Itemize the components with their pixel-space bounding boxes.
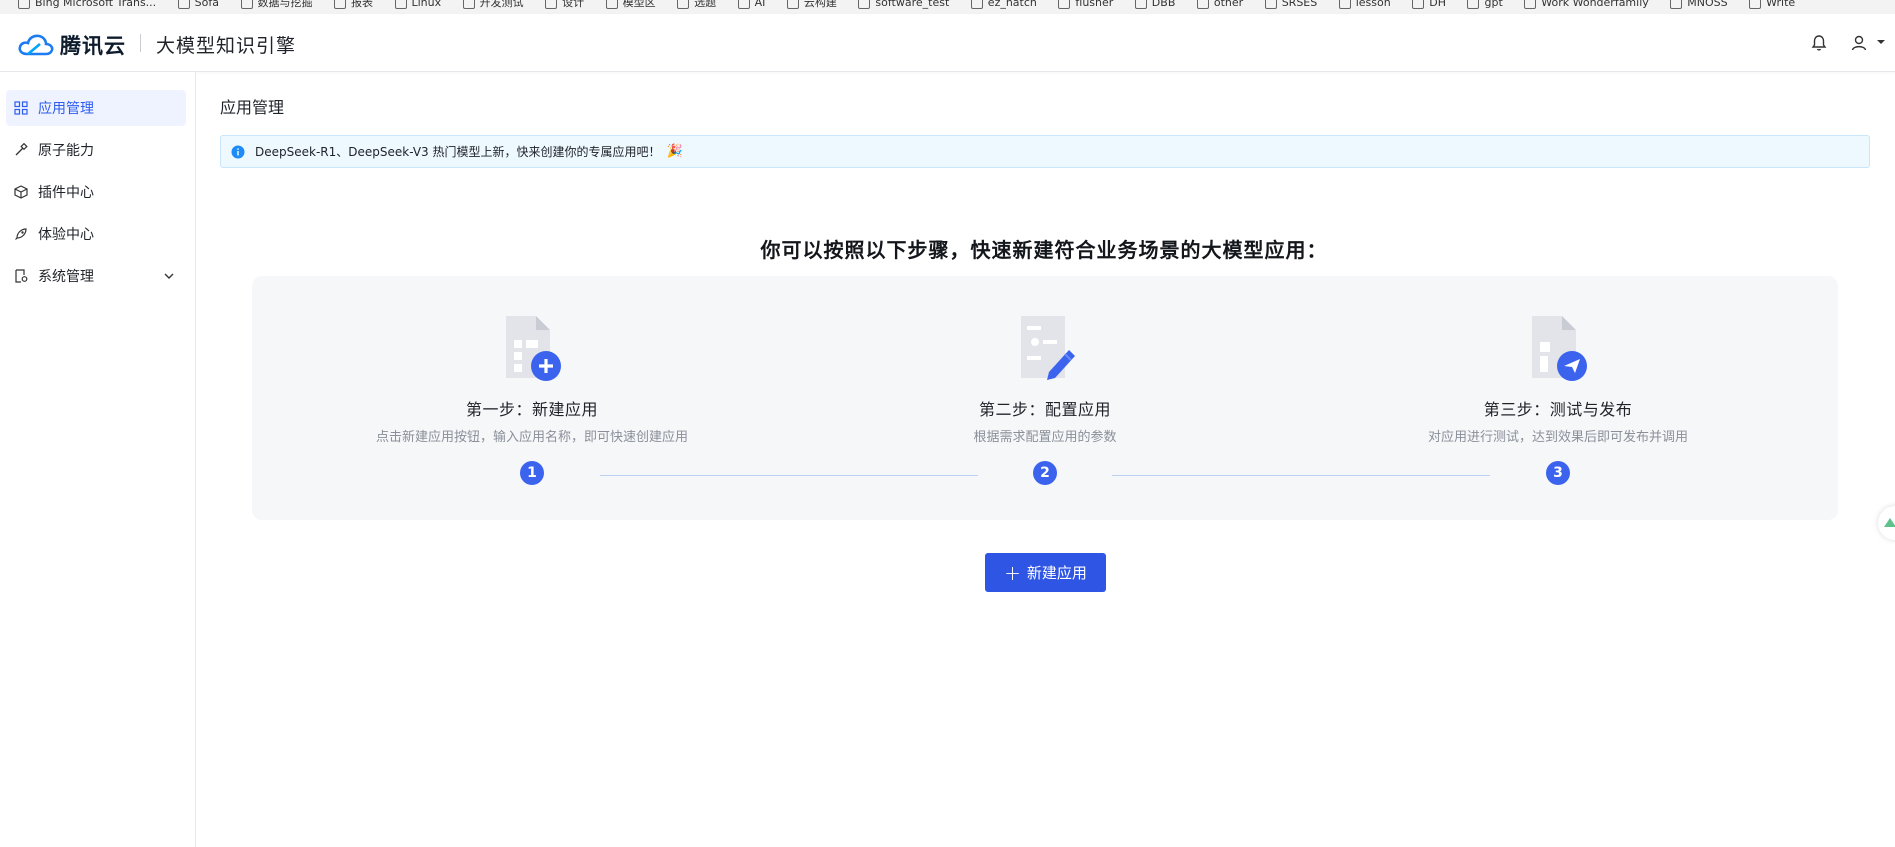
info-icon	[231, 145, 245, 158]
step-2: 第二步：配置应用 根据需求配置应用的参数 2	[845, 312, 1245, 485]
bookmark[interactable]: DBB	[1135, 0, 1176, 9]
floating-side-tab[interactable]	[1878, 506, 1895, 540]
bookmark[interactable]: Bing Microsoft Trans...	[18, 0, 156, 9]
bookmark[interactable]: Linux	[395, 0, 442, 9]
bookmark[interactable]: DH	[1412, 0, 1446, 9]
step-title: 第三步：测试与发布	[1483, 400, 1633, 419]
bookmark[interactable]: AI	[738, 0, 766, 9]
chevron-down-icon[interactable]	[1876, 38, 1886, 46]
bookmark[interactable]: MNOSS	[1670, 0, 1727, 9]
step-title: 第一步：新建应用	[465, 400, 598, 419]
sidebar-item-atomic-capability[interactable]: 原子能力	[6, 132, 186, 168]
sidebar-item-system-management[interactable]: 系统管理	[6, 258, 186, 294]
chevron-down-icon[interactable]	[162, 269, 176, 283]
new-app-button-label: 新建应用	[1026, 564, 1087, 582]
wand-icon	[15, 143, 28, 156]
sidebar-item-label: 应用管理	[38, 101, 94, 117]
sidebar-item-app-management[interactable]: 应用管理	[6, 90, 186, 126]
settings-file-icon	[15, 269, 28, 283]
cube-icon	[14, 185, 28, 199]
bookmark[interactable]: Write	[1749, 0, 1795, 9]
grid-icon	[14, 101, 28, 115]
step-3: 第三步：测试与发布 对应用进行测试，达到效果后即可发布并调用 3	[1358, 312, 1758, 485]
sidebar: 应用管理 原子能力 插件中心 体验中心 系统管理	[0, 72, 196, 847]
bookmark[interactable]: 设计	[545, 0, 584, 10]
bookmark[interactable]: ez_hatch	[971, 0, 1037, 9]
bookmark[interactable]: Work Wonderfamily	[1524, 0, 1649, 9]
sidebar-item-label: 体验中心	[38, 227, 94, 243]
step-description: 根据需求配置应用的参数	[973, 430, 1117, 445]
tencent-cloud-logo[interactable]: 腾讯云	[18, 30, 126, 60]
brand-name: 腾讯云	[60, 34, 126, 58]
step-description: 对应用进行测试，达到效果后即可发布并调用	[1427, 430, 1688, 445]
rocket-icon	[15, 228, 27, 240]
step-number-badge: 1	[520, 461, 544, 485]
step-description: 点击新建应用按钮，输入应用名称，即可快速创建应用	[375, 430, 688, 445]
bookmark[interactable]: 数据与挖掘	[241, 0, 313, 10]
bookmarks-bar: Bing Microsoft Trans... Sofa 数据与挖掘 报表 Li…	[0, 0, 1895, 15]
bookmark[interactable]: SRSES	[1265, 0, 1318, 9]
step-number-badge: 3	[1546, 461, 1570, 485]
sidebar-item-label: 系统管理	[38, 269, 94, 285]
bookmark[interactable]: software_test	[858, 0, 949, 9]
sidebar-item-experience-center[interactable]: 体验中心	[6, 216, 186, 252]
user-icon[interactable]	[1848, 32, 1870, 54]
sidebar-item-label: 原子能力	[38, 143, 94, 159]
steps-headline: 你可以按照以下步骤，快速新建符合业务场景的大模型应用：	[760, 238, 1328, 262]
bookmark[interactable]: gpt	[1467, 0, 1502, 9]
cloud-logo-icon	[18, 34, 54, 56]
header-divider	[140, 34, 141, 52]
bookmark[interactable]: 云构建	[787, 0, 837, 10]
sidebar-item-plugin-center[interactable]: 插件中心	[6, 174, 186, 210]
bookmark[interactable]: 模型区	[606, 0, 656, 10]
page-title: 应用管理	[220, 98, 285, 117]
step-title: 第二步：配置应用	[978, 400, 1111, 419]
bookmark[interactable]: other	[1197, 0, 1243, 9]
new-document-icon	[506, 316, 561, 381]
party-icon: 🎉	[666, 144, 683, 159]
steps-card: 第一步：新建应用 点击新建应用按钮，输入应用名称，即可快速创建应用 1 第二步：…	[252, 276, 1838, 520]
sidebar-item-label: 插件中心	[38, 185, 94, 201]
notice-banner: DeepSeek-R1、DeepSeek-V3 热门模型上新，快来创建你的专属应…	[220, 135, 1870, 168]
top-header: 腾讯云 大模型知识引擎	[0, 14, 1895, 72]
configure-document-icon	[1021, 316, 1075, 380]
step-number-badge: 2	[1033, 461, 1057, 485]
bookmark[interactable]: lesson	[1339, 0, 1391, 9]
bell-icon[interactable]	[1810, 34, 1828, 52]
step-1: 第一步：新建应用 点击新建应用按钮，输入应用名称，即可快速创建应用 1	[332, 312, 732, 485]
bookmark[interactable]: flusher	[1058, 0, 1113, 9]
bookmark[interactable]: 报表	[334, 0, 373, 10]
plus-icon: +	[1004, 560, 1021, 585]
product-name: 大模型知识引擎	[156, 35, 297, 57]
bookmark[interactable]: Sofa	[178, 0, 219, 9]
bookmark[interactable]: 选题	[677, 0, 716, 10]
publish-document-icon	[1532, 316, 1587, 381]
bookmark[interactable]: 开发测试	[463, 0, 524, 10]
new-app-button[interactable]: + 新建应用	[985, 553, 1106, 592]
notice-text: DeepSeek-R1、DeepSeek-V3 热门模型上新，快来创建你的专属应…	[255, 145, 661, 159]
